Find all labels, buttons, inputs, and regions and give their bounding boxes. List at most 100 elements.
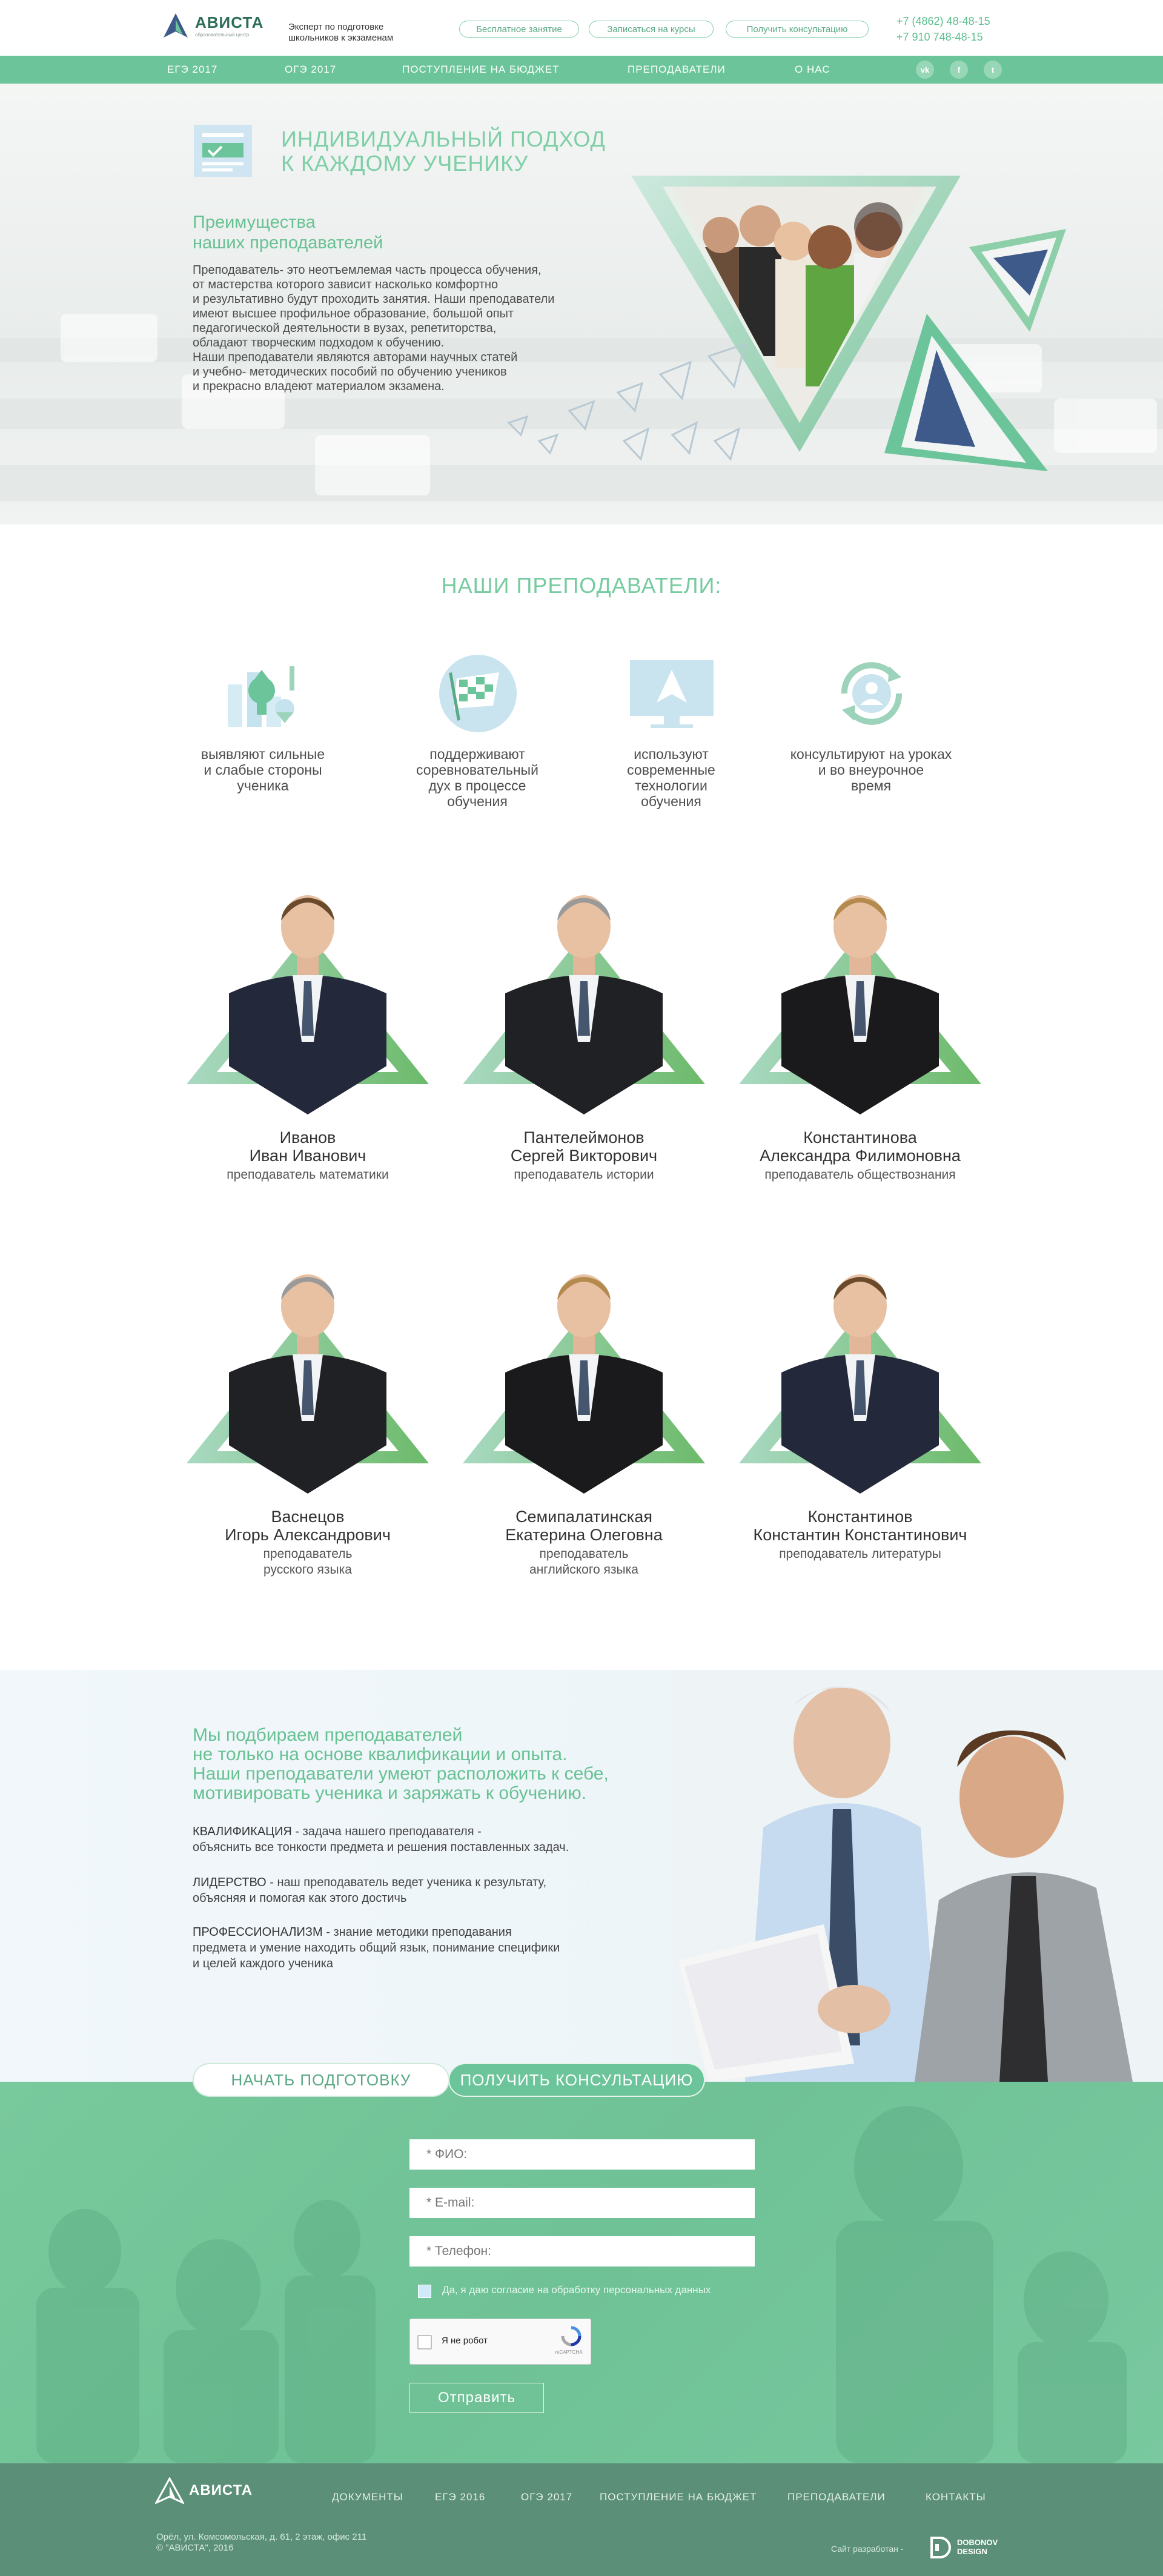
- quality-item-text: - знание методики преподавания: [322, 1925, 512, 1939]
- enroll-courses-button[interactable]: Записаться на курсы: [589, 21, 714, 38]
- phone-2[interactable]: +7 910 748-48-15: [896, 29, 990, 45]
- footer-link-contacts[interactable]: КОНТАКТЫ: [926, 2491, 986, 2503]
- quality-lead-line-2: не только на основе квалификации и опыта…: [193, 1744, 568, 1764]
- nav-teachers[interactable]: ПРЕПОДАВАТЕЛИ: [628, 56, 726, 84]
- feature-text-line-2: соревновательный: [416, 762, 538, 778]
- teacher-name: Константинова Александра Филимоновна: [733, 1128, 987, 1165]
- header-logo[interactable]: АВИСТА образовательный центр: [161, 11, 263, 40]
- recaptcha-label: Я не робот: [442, 2336, 488, 2346]
- quality-item-leadership: ЛИДЕРСТВО - наш преподаватель ведет учен…: [193, 1875, 653, 1906]
- document-check-icon: [194, 125, 252, 177]
- feature-text-technology: используют современные технологии обучения: [568, 746, 774, 809]
- quality-item-text: - задача нашего преподавателя -: [291, 1825, 482, 1838]
- teacher-surname: Семипалатинская: [515, 1508, 652, 1526]
- teacher-photo: [463, 1274, 705, 1494]
- nav-about[interactable]: О НАС: [795, 56, 830, 84]
- footer-link-oge-2017[interactable]: ОГЭ 2017: [521, 2491, 572, 2503]
- recaptcha-widget: Я не робот reCAPTCHA: [409, 2319, 591, 2365]
- tab-get-consultation[interactable]: ПОЛУЧИТЬ КОНСУЛЬТАЦИЮ: [448, 2063, 705, 2097]
- footer-copyright: © "АВИСТА", 2016: [156, 2543, 234, 2553]
- teacher-card[interactable]: Иванов Иван Иванович преподаватель математ…: [181, 884, 435, 1183]
- teacher-role: преподаватель истории: [457, 1167, 711, 1183]
- teacher-name: Константинов Константин Константинович: [733, 1508, 987, 1544]
- facebook-icon[interactable]: f: [950, 61, 968, 79]
- teacher-student-photo: [672, 1670, 1163, 2082]
- main-nav: ЕГЭ 2017 ОГЭ 2017 ПОСТУПЛЕНИЕ НА БЮДЖЕТ …: [0, 56, 1163, 84]
- teacher-role-line-1: преподаватель литературы: [779, 1547, 941, 1561]
- teacher-photo: [187, 1274, 429, 1494]
- logo-triangle-icon: [164, 13, 188, 38]
- teacher-role-line-1: преподаватель математики: [227, 1168, 389, 1182]
- teacher-card[interactable]: Семипалатинская Екатерина Олеговна препода…: [457, 1263, 711, 1578]
- footer-link-teachers[interactable]: ПРЕПОДАВАТЕЛИ: [787, 2491, 886, 2503]
- hero-subtitle-line-1: Преимущества: [193, 213, 316, 232]
- teachers-section-title: НАШИ ПРЕПОДАВАТЕЛИ:: [441, 573, 722, 598]
- developer-logo-icon[interactable]: [928, 2535, 952, 2560]
- teacher-surname: Иванов: [279, 1128, 336, 1147]
- feature-text-line-3: время: [850, 778, 892, 793]
- teacher-photo: [739, 895, 981, 1114]
- tab-start-preparation[interactable]: НАЧАТЬ ПОДГОТОВКУ: [193, 2063, 449, 2097]
- teacher-name: Васнецов Игорь Александрович: [181, 1508, 435, 1544]
- quality-item-professionalism: ПРОФЕССИОНАЛИЗМ - знание методики препод…: [193, 1924, 653, 1972]
- growth-chart-icon: [228, 666, 294, 727]
- consent-checkbox[interactable]: [418, 2285, 431, 2298]
- teacher-given-name: Сергей Викторович: [510, 1147, 658, 1165]
- teacher-card[interactable]: Пантелеймонов Сергей Викторович преподават…: [457, 884, 711, 1183]
- footer-logo-name: АВИСТА: [189, 2482, 253, 2498]
- feature-text-line-3: дух в процессе: [428, 778, 526, 793]
- footer-address-line: Орёл, ул. Комсомольская, д. 61, 2 этаж, …: [156, 2532, 367, 2542]
- feature-text-line-1: выявляют сильные: [200, 746, 325, 762]
- monitor-icon: [630, 660, 714, 728]
- feature-text-line-3: ученика: [237, 778, 289, 793]
- vk-icon[interactable]: vk: [916, 61, 934, 79]
- email-field[interactable]: [409, 2188, 755, 2218]
- user-refresh-icon: [841, 662, 903, 725]
- teacher-given-name: Константин Константинович: [753, 1526, 967, 1544]
- recaptcha-checkbox[interactable]: [417, 2335, 432, 2349]
- feature-text-line-1: используют: [634, 746, 709, 762]
- quality-lead-line-3: Наши преподаватели умеют расположить к с…: [193, 1764, 609, 1784]
- teacher-card[interactable]: Константинов Константин Константинович пре…: [733, 1263, 987, 1562]
- free-lesson-button[interactable]: Бесплатное занятие: [459, 21, 579, 38]
- quality-item-key: ПРОФЕССИОНАЛИЗМ: [193, 1925, 323, 1939]
- teacher-surname: Константинова: [803, 1128, 917, 1147]
- teacher-photo: [187, 895, 429, 1114]
- quality-item-line-2: объяснить все тонкости предмета и решени…: [193, 1841, 569, 1854]
- feature-text-line-1: консультируют на уроках: [790, 746, 952, 762]
- get-consultation-button[interactable]: Получить консультацию: [726, 21, 869, 38]
- submit-button[interactable]: Отправить: [409, 2383, 544, 2413]
- teacher-role-line-2: английского языка: [529, 1563, 638, 1577]
- hero-title-line-2: К КАЖДОМУ УЧЕНИКУ: [281, 151, 529, 176]
- footer-link-ege-2016[interactable]: ЕГЭ 2016: [435, 2491, 485, 2503]
- hero-subtitle: Преимущества наших преподавателей: [193, 212, 383, 253]
- footer-address: Орёл, ул. Комсомольская, д. 61, 2 этаж, …: [156, 2532, 366, 2554]
- hero-paragraph-line-4: имеют высшее профильное образование, бол…: [193, 307, 514, 320]
- footer-developer-label: Сайт разработан -: [831, 2544, 904, 2554]
- phone-1[interactable]: +7 (4862) 48-48-15: [896, 13, 990, 29]
- quality-item-key: ЛИДЕРСТВО: [193, 1876, 267, 1889]
- footer-link-documents[interactable]: ДОКУМЕНТЫ: [332, 2491, 403, 2503]
- nav-budget-admission[interactable]: ПОСТУПЛЕНИЕ НА БЮДЖЕТ: [402, 56, 559, 84]
- quality-item-line-1: КВАЛИФИКАЦИЯ - задача нашего преподавате…: [193, 1824, 653, 1839]
- quality-item-key: КВАЛИФИКАЦИЯ: [193, 1825, 292, 1838]
- name-field[interactable]: [409, 2139, 755, 2170]
- nav-ege-2017[interactable]: ЕГЭ 2017: [167, 56, 217, 84]
- teacher-card[interactable]: Васнецов Игорь Александрович преподаватель…: [181, 1263, 435, 1578]
- quality-lead-line-1: Мы подбираем преподавателей: [193, 1725, 463, 1745]
- footer-logo-triangle-icon: [155, 2477, 184, 2504]
- hero-paragraph-line-2: от мастерства которого зависит насколько…: [193, 278, 499, 291]
- teacher-role-line-1: преподаватель обществознания: [764, 1168, 956, 1182]
- teacher-card[interactable]: Константинова Александра Филимоновна препо…: [733, 884, 987, 1183]
- quality-lead-line-4: мотивировать ученика и заряжать к обучен…: [193, 1783, 587, 1803]
- twitter-icon[interactable]: t: [984, 61, 1002, 79]
- logo-name: АВИСТА: [195, 13, 264, 31]
- hero-section: ИНДИВИДУАЛЬНЫЙ ПОДХОД К КАЖДОМУ УЧЕНИКУ …: [0, 84, 1163, 525]
- phone-field[interactable]: [409, 2236, 755, 2266]
- hero-subtitle-line-2: наших преподавателей: [193, 233, 383, 253]
- footer-link-budget[interactable]: ПОСТУПЛЕНИЕ НА БЮДЖЕТ: [600, 2491, 757, 2503]
- footer-logo[interactable]: АВИСТА: [155, 2477, 253, 2504]
- nav-oge-2017[interactable]: ОГЭ 2017: [285, 56, 336, 84]
- quality-item-qualification: КВАЛИФИКАЦИЯ - задача нашего преподавате…: [193, 1824, 653, 1855]
- teacher-role: преподаватель литературы: [733, 1546, 987, 1562]
